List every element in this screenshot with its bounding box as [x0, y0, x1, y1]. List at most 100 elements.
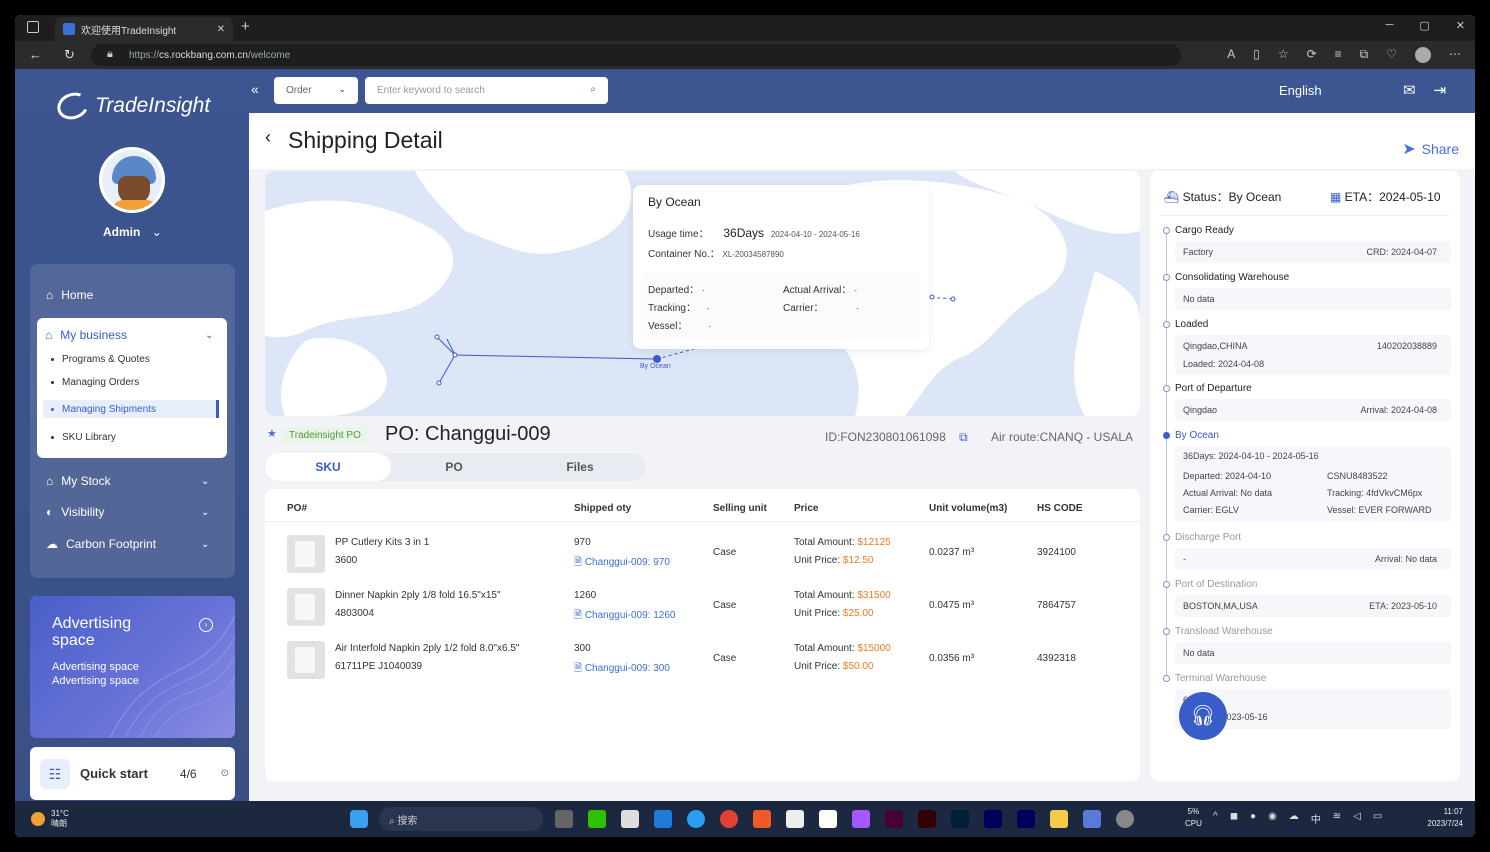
route-map[interactable]: By Ocean By Ocean Usage time： 36Days 202… [265, 171, 1140, 416]
app-icon[interactable] [819, 810, 837, 828]
nav-programs-label: Programs & Quotes [62, 354, 150, 365]
nav-my-stock[interactable]: ⌂ My Stock ⌄ [46, 474, 209, 488]
po-id-text: ID:FON230801061098 [825, 430, 946, 444]
close-tab-icon[interactable]: ✕ [217, 24, 225, 35]
loaded-place: Qingdao,CHINA [1183, 341, 1248, 351]
wechat-icon[interactable] [588, 810, 606, 828]
tab-sku[interactable]: SKU [265, 453, 391, 481]
shipment-link[interactable]: 🗎︎ Changgui-009: 300 [574, 661, 670, 678]
clock[interactable]: 11:07 2023/7/24 [1427, 806, 1463, 830]
tray-app-icon[interactable]: ◉ [1268, 811, 1277, 826]
step-by-ocean-detail: 36Days: 2024-04-10 - 2024-05-16 Departed… [1175, 446, 1451, 522]
wifi-icon[interactable]: ≋ [1333, 811, 1341, 826]
avatar[interactable] [99, 147, 165, 213]
tracking-label: Tracking： [648, 303, 696, 314]
nav-home[interactable]: ⌂ Home [46, 288, 93, 302]
nav-managing-shipments[interactable]: Managing Shipments [43, 400, 219, 418]
tab-files[interactable]: Files [517, 453, 643, 481]
total-label: Total Amount: [794, 643, 858, 654]
settings-gear-icon[interactable] [1116, 810, 1134, 828]
share-button[interactable]: ➤ Share [1402, 139, 1459, 159]
url-field[interactable]: 🔒︎ https://cs.rockbang.com.cn/welcome [91, 44, 1181, 66]
shipped-qty: 970 [574, 537, 591, 548]
ime-indicator[interactable]: 中 [1311, 811, 1321, 826]
reader-icon[interactable]: ▯ [1253, 47, 1260, 63]
user-name: Admin [103, 225, 141, 239]
step-terminal: Terminal Warehouse [1175, 673, 1267, 684]
advertising-card[interactable]: Advertising space Advertising space Adve… [30, 596, 235, 738]
order-select[interactable]: Order ⌄ [274, 77, 358, 104]
after-effects-icon[interactable] [1017, 810, 1035, 828]
logout-icon[interactable]: ⇥ [1434, 81, 1447, 99]
refresh-icon[interactable]: ↻ [64, 47, 75, 63]
tray-app-icon[interactable]: ◼ [1230, 811, 1238, 826]
chevron-up-icon[interactable]: ^ [1213, 811, 1218, 826]
copy-icon[interactable]: ⧉ [959, 430, 968, 444]
app-icon[interactable] [1083, 810, 1101, 828]
nav-managing-orders[interactable]: Managing Orders [51, 377, 139, 388]
edge-icon[interactable] [687, 810, 705, 828]
nav-my-business[interactable]: ⌂ My business ⌄ [45, 328, 213, 342]
browser-tab[interactable]: 欢迎使用TradeInsight ✕ [55, 17, 233, 41]
xmind-icon[interactable] [786, 810, 804, 828]
app-icon[interactable] [753, 810, 771, 828]
back-chevron-icon[interactable]: ‹ [265, 127, 271, 148]
photoshop-icon[interactable] [951, 810, 969, 828]
nav-programs-quotes[interactable]: Programs & Quotes [51, 354, 150, 365]
nav-visibility[interactable]: ◐ Visibility ⌄ [46, 505, 209, 519]
tab-actions-icon[interactable] [27, 21, 39, 33]
table-row[interactable]: Air Interfold Napkin 2ply 1/2 fold 8.0"x… [265, 633, 1140, 686]
cpu-widget[interactable]: 5% CPU [1185, 806, 1202, 830]
refresh-alt-icon[interactable]: ⟳ [1307, 47, 1317, 63]
tab-po[interactable]: PO [391, 453, 517, 481]
quick-start-card[interactable]: ☷ Quick start 4/6 ⊙ [30, 747, 235, 800]
wechat-tray-icon[interactable]: ● [1250, 811, 1256, 826]
table-row[interactable]: PP Cutlery Kits 3 in 1 3600 970 🗎︎ Chang… [265, 527, 1140, 580]
close-window-icon[interactable]: ✕ [1456, 19, 1465, 32]
favorites-icon[interactable]: ≡ [1335, 47, 1342, 63]
maximize-icon[interactable]: ▢ [1419, 19, 1429, 32]
figma-icon[interactable] [852, 810, 870, 828]
back-icon[interactable]: ← [29, 47, 42, 63]
collections-icon[interactable]: ⧉ [1360, 47, 1369, 63]
illustrator-icon[interactable] [918, 810, 936, 828]
xd-icon[interactable] [885, 810, 903, 828]
shipped-qty: 300 [574, 643, 591, 654]
extensions-icon[interactable]: ♡ [1386, 47, 1397, 63]
search-input[interactable]: Enter keyword to search ⌕ [365, 77, 608, 104]
headset-support-icon[interactable]: 🎧︎ [1179, 692, 1227, 740]
shipment-link[interactable]: 🗎︎ Changgui-009: 1260 [574, 608, 675, 625]
weather-widget[interactable]: 31°C 晴朗 [31, 809, 69, 829]
taskbar-search[interactable]: ⌕ 搜索 [379, 807, 543, 831]
profile-icon[interactable] [1415, 47, 1431, 63]
start-icon[interactable] [350, 810, 368, 828]
task-view-icon[interactable] [555, 810, 573, 828]
shipment-link[interactable]: 🗎︎ Changgui-009: 970 [574, 555, 670, 572]
premiere-icon[interactable] [984, 810, 1002, 828]
minimize-icon[interactable]: ─ [1386, 19, 1394, 32]
collapse-sidebar-icon[interactable]: « [251, 81, 259, 97]
app: TradeInsight Admin ⌄ ⌂ Home ⌂ My busines… [15, 69, 1475, 801]
language-switch[interactable]: English [1279, 83, 1322, 98]
chrome-icon[interactable] [720, 810, 738, 828]
app-icon[interactable] [621, 810, 639, 828]
nav-sku-library[interactable]: SKU Library [51, 432, 116, 443]
ocean-arrival: Actual Arrival: No data [1183, 488, 1273, 498]
app-icon[interactable] [654, 810, 672, 828]
arrow-right-circle-icon[interactable]: › [199, 618, 213, 632]
battery-icon[interactable]: ▭ [1373, 811, 1382, 826]
search-icon[interactable]: ⌕ [590, 84, 596, 95]
expand-circle-icon[interactable]: ⊙ [221, 768, 229, 779]
favorite-star-icon[interactable]: ☆ [1278, 47, 1289, 63]
nav-carbon-footprint[interactable]: ☁ Carbon Footprint ⌄ [46, 537, 209, 551]
mail-icon[interactable]: ✉ [1403, 81, 1416, 99]
read-aloud-icon[interactable]: A [1227, 47, 1235, 63]
more-icon[interactable]: ⋯ [1449, 47, 1461, 63]
folder-icon[interactable] [1050, 810, 1068, 828]
user-menu[interactable]: Admin ⌄ [103, 225, 162, 239]
cloud-icon[interactable]: ☁ [1289, 811, 1299, 826]
new-tab-icon[interactable]: + [241, 18, 250, 35]
table-row[interactable]: Dinner Napkin 2ply 1/8 fold 16.5"x15" 48… [265, 580, 1140, 633]
volume-icon[interactable]: ◁ [1353, 811, 1361, 826]
brand-logo[interactable]: TradeInsight [53, 88, 210, 124]
